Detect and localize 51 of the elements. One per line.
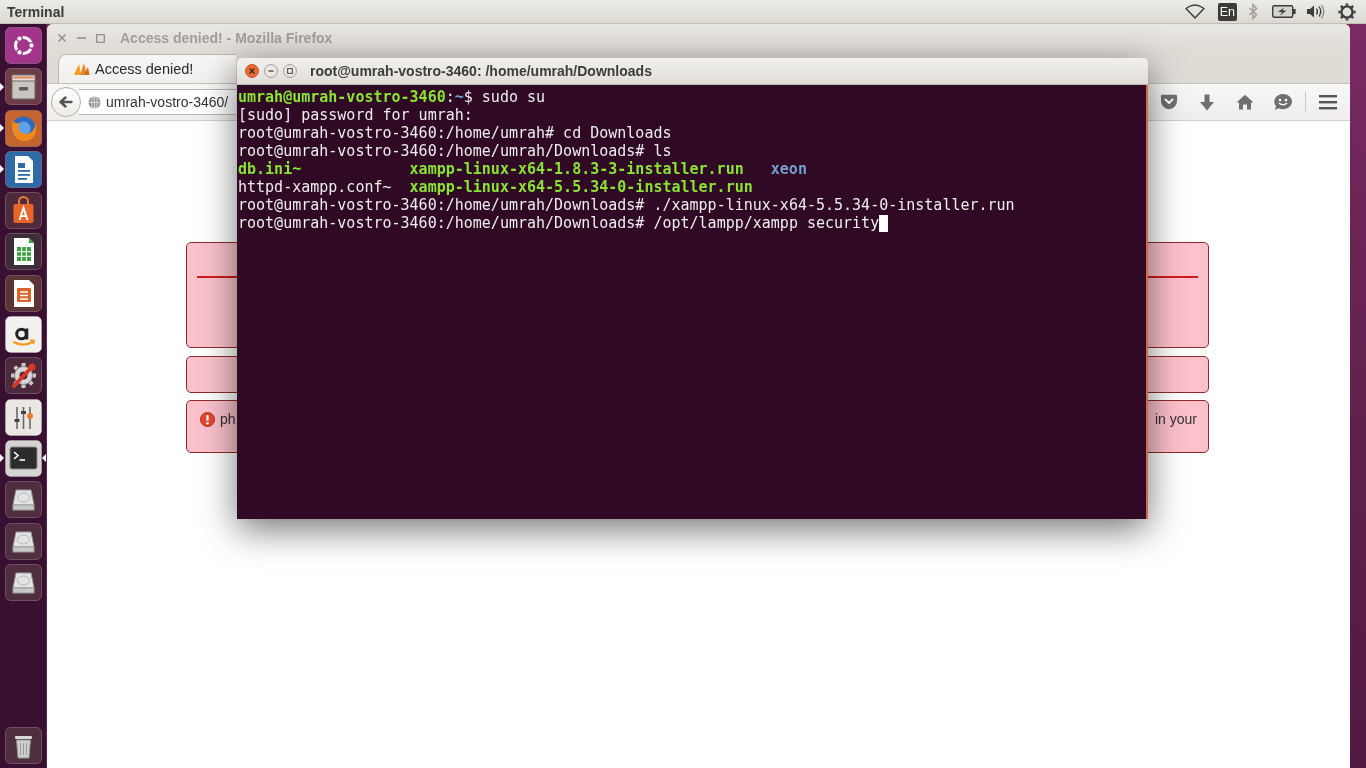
sliders-icon[interactable] [5,398,42,436]
document-icon[interactable] [5,150,42,188]
window-title: root@umrah-vostro-3460: /home/umrah/Downloads [310,63,652,79]
address-field[interactable]: umrah-vostro-3460/ [79,89,236,115]
file-name: xampp-linux-x64-5.5.34-0-installer.run [409,178,753,196]
drive-icon[interactable] [5,522,42,560]
globe-icon [88,95,101,109]
volume-icon[interactable] [1306,4,1326,19]
shopping-bag-icon[interactable] [5,192,42,230]
smile-logo-icon[interactable] [5,316,42,354]
terminal-line: root@umrah-vostro-3460:/home/umrah/Downloads# /opt/lampp/xampp security [238,214,880,232]
battery-icon[interactable] [1272,5,1296,18]
window-title: Access denied! - Mozilla Firefox [120,30,333,46]
sail-logo-icon [73,62,90,76]
terminal-icon[interactable] [5,439,42,477]
terminal-line: root@umrah-vostro-3460:/home/umrah/Downloads# ls [238,142,672,160]
file-cabinet-icon[interactable] [5,68,42,106]
back-arrow-icon[interactable] [59,96,73,108]
home-icon[interactable] [1236,94,1254,110]
shield-chevron-icon[interactable] [1160,94,1178,110]
smiley-bubble-icon[interactable] [1273,93,1293,111]
gear-wrench-icon[interactable] [5,357,42,395]
file-name: db.ini~ [238,160,302,178]
drive-icon[interactable] [5,481,42,519]
fox-globe-icon[interactable] [5,109,42,147]
terminal-line: [sudo] password for umrah: [238,106,473,124]
presentation-icon[interactable] [5,274,42,312]
close-button[interactable] [245,64,259,78]
message-text: in your [1154,411,1197,427]
drive-icon[interactable] [5,563,42,601]
active-app-name: Terminal [7,3,65,20]
circle-logo-icon[interactable] [5,27,42,64]
terminal-line: root@umrah-vostro-3460:/home/umrah# cd Downloads [238,124,672,142]
download-arrow-icon[interactable] [1199,93,1215,111]
spreadsheet-icon[interactable] [5,233,42,271]
minimize-button[interactable] [264,64,278,78]
file-name: httpd-xampp.conf~ [238,178,392,196]
back-button[interactable] [51,87,81,117]
error-icon [200,412,215,427]
message-text: ph [220,411,236,427]
menu-icon[interactable] [1319,94,1337,110]
maximize-button[interactable] [283,64,297,78]
trash-icon[interactable] [5,727,42,764]
terminal-line: root@umrah-vostro-3460:/home/umrah/Downloads# ./xampp-linux-x64-5.5.34-0-installer.run [238,196,1015,214]
gear-icon[interactable] [1338,2,1356,21]
file-name: xeon [770,160,807,178]
file-name: xampp-linux-x64-1.8.3-3-installer.run [409,160,744,178]
keyboard-layout-indicator[interactable]: En [1217,2,1237,21]
terminal-line: umrah@umrah-vostro-3460:~$ sudo su [238,88,546,106]
browser-tab[interactable]: Access denied! [58,54,236,83]
wifi-icon[interactable] [1184,4,1205,19]
